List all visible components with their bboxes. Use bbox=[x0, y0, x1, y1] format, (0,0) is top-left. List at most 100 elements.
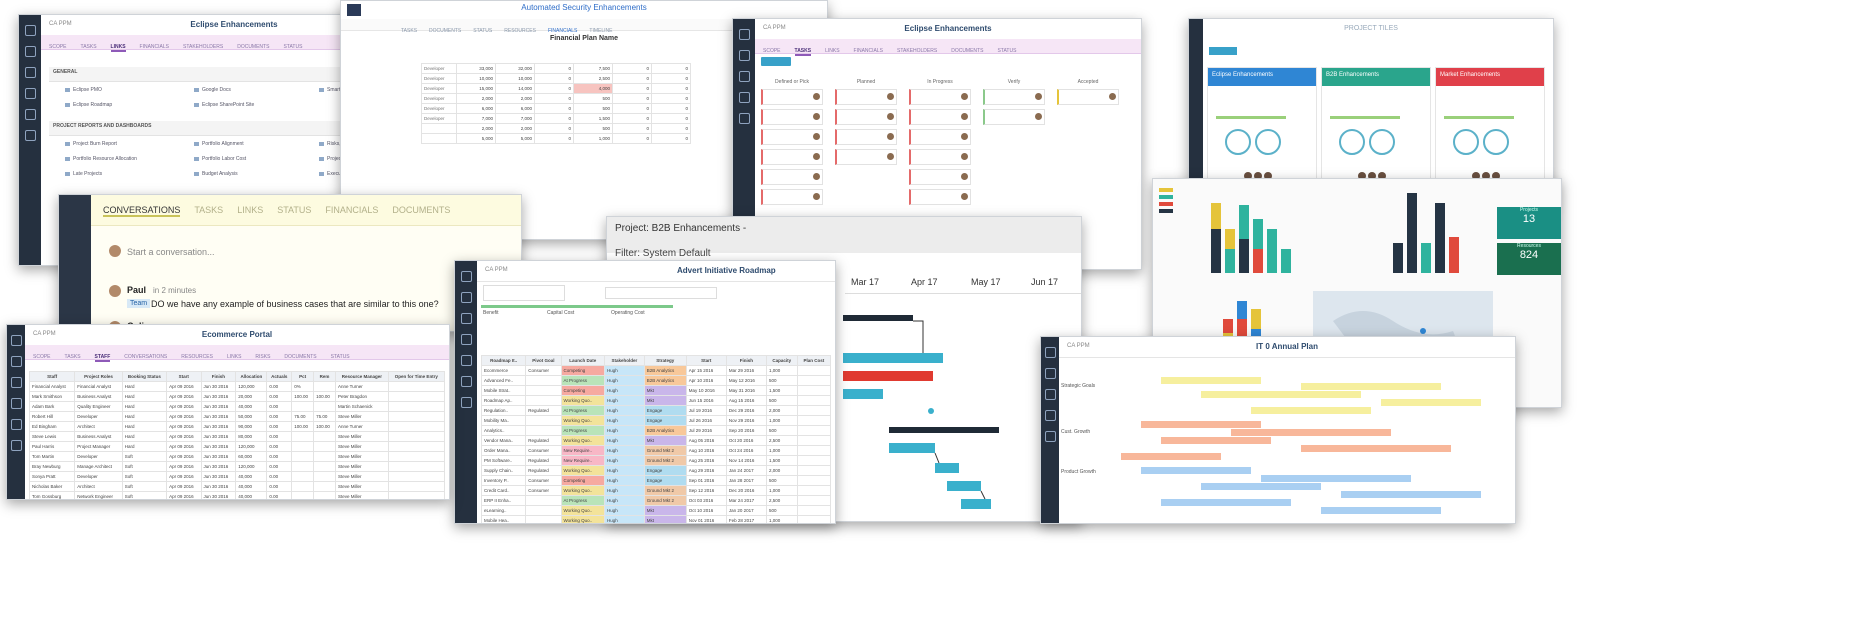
table-cell[interactable]: Apr 09 2016 bbox=[166, 381, 202, 392]
task-card[interactable] bbox=[761, 189, 823, 205]
table-cell[interactable] bbox=[796, 505, 832, 516]
table-cell[interactable]: 100.00 bbox=[291, 421, 315, 432]
table-cell[interactable]: 0 bbox=[534, 133, 574, 144]
table-cell[interactable]: 0 bbox=[612, 83, 652, 94]
table-cell[interactable]: 1,500 bbox=[765, 385, 798, 396]
table-cell[interactable]: 7,500 bbox=[573, 63, 613, 74]
table-cell[interactable] bbox=[313, 441, 336, 452]
table-cell[interactable]: Jun 30 2016 bbox=[200, 471, 237, 482]
table-cell[interactable]: Consumer bbox=[525, 485, 562, 496]
column-header[interactable]: Plan Cost bbox=[796, 355, 832, 366]
table-cell[interactable]: Oct 10 2016 bbox=[685, 505, 727, 516]
table-cell[interactable]: 7,000 bbox=[456, 113, 496, 124]
table-cell[interactable] bbox=[796, 515, 832, 523]
table-cell[interactable]: 0 bbox=[651, 103, 691, 114]
task-card[interactable] bbox=[835, 149, 897, 165]
table-cell[interactable]: Engage bbox=[643, 465, 687, 476]
table-cell[interactable]: At Progress bbox=[560, 425, 606, 436]
table-cell[interactable]: 100.00 bbox=[313, 421, 336, 432]
table-cell[interactable]: 20,000 bbox=[235, 391, 268, 402]
table-cell[interactable]: Mar 29 2016 bbox=[725, 365, 767, 376]
task-card[interactable] bbox=[983, 89, 1045, 105]
table-cell[interactable]: Apr 09 2016 bbox=[166, 391, 202, 402]
table-cell[interactable]: 10,000 bbox=[456, 73, 496, 84]
table-cell[interactable]: Steve Miller bbox=[334, 481, 389, 492]
tab-resources[interactable]: RESOURCES bbox=[181, 354, 213, 360]
table-cell[interactable]: Jun 30 2016 bbox=[200, 441, 237, 452]
table-cell[interactable]: Ecommerce bbox=[480, 365, 527, 376]
table-cell[interactable]: Sep 01 2016 bbox=[685, 475, 727, 486]
table-cell[interactable]: Steve Miller bbox=[334, 461, 389, 472]
table-cell[interactable]: 0 bbox=[534, 73, 574, 84]
table-cell[interactable]: New Require.. bbox=[560, 445, 606, 456]
table-cell[interactable]: 2,000 bbox=[456, 93, 496, 104]
table-cell[interactable]: 0 bbox=[534, 123, 574, 134]
task-card[interactable] bbox=[761, 129, 823, 145]
tab-documents[interactable]: DOCUMENTS bbox=[237, 44, 269, 50]
table-cell[interactable]: 0 bbox=[612, 113, 652, 124]
resources-tile[interactable]: Resources 824 bbox=[1497, 243, 1561, 275]
table-cell[interactable]: Mobile Strat.. bbox=[480, 385, 527, 396]
table-cell[interactable]: 0.00 bbox=[266, 491, 293, 499]
table-cell[interactable]: PM Software.. bbox=[480, 455, 527, 466]
table-cell[interactable]: Hugh bbox=[604, 515, 645, 523]
table-row[interactable]: Developer 10,000 10,000 0 2,500 0 0 bbox=[421, 73, 691, 84]
table-row[interactable]: Mark Smithson Business Analyst Hard Apr 09 … bbox=[28, 391, 446, 402]
column-header[interactable]: Start bbox=[685, 355, 727, 366]
table-cell[interactable]: Jan 28 2017 bbox=[725, 475, 767, 486]
table-row[interactable]: Developer 6,000 6,000 0 500 0 0 bbox=[421, 103, 691, 114]
table-cell[interactable]: 500 bbox=[765, 425, 798, 436]
table-cell[interactable]: 0.00 bbox=[266, 441, 293, 452]
new-task-button[interactable] bbox=[761, 57, 791, 66]
tab-stakeholders[interactable]: STAKEHOLDERS bbox=[183, 44, 223, 50]
table-cell[interactable]: Regulation.. bbox=[480, 405, 527, 416]
table-cell[interactable]: Jul 19 2016 bbox=[685, 405, 727, 416]
table-cell[interactable]: 14,000 bbox=[495, 83, 535, 94]
column-header[interactable]: Launch Date bbox=[560, 355, 606, 366]
summary-card[interactable]: Capital Cost bbox=[545, 305, 609, 356]
table-cell[interactable]: Hugh bbox=[604, 375, 645, 386]
task-card[interactable] bbox=[761, 89, 823, 105]
tab-tasks[interactable]: TASKS bbox=[81, 44, 97, 50]
table-cell[interactable]: Soft bbox=[121, 451, 168, 462]
table-cell[interactable]: Competing bbox=[560, 475, 606, 486]
table-cell[interactable]: Supply Chain.. bbox=[480, 465, 527, 476]
table-cell[interactable]: 0.00 bbox=[266, 411, 293, 422]
table-cell[interactable] bbox=[525, 515, 562, 523]
table-cell[interactable]: Sep 12 2016 bbox=[685, 485, 727, 496]
table-cell[interactable] bbox=[387, 391, 446, 402]
table-cell[interactable]: Hugh bbox=[604, 415, 645, 426]
table-cell[interactable]: 0 bbox=[612, 133, 652, 144]
table-cell[interactable]: eLearning.. bbox=[480, 505, 527, 516]
table-cell[interactable]: 2,000 bbox=[495, 93, 535, 104]
table-row[interactable]: Robert Hill Developer Hard Apr 09 2016 Jun 3… bbox=[28, 411, 446, 422]
table-row[interactable]: Tom Gossburg Network Engineer Soft Apr 09 2… bbox=[28, 491, 446, 499]
table-cell[interactable]: Apr 09 2016 bbox=[166, 491, 202, 499]
table-cell[interactable]: 40,000 bbox=[235, 471, 268, 482]
table-cell[interactable]: Dec 20 2016 bbox=[725, 485, 767, 496]
table-cell[interactable]: Steve Lewis bbox=[28, 431, 76, 442]
table-cell[interactable]: May 31 2016 bbox=[725, 385, 767, 396]
table-cell[interactable]: 2,000 bbox=[765, 405, 798, 416]
table-row[interactable]: Developer 33,000 32,000 0 7,500 0 0 bbox=[421, 63, 691, 74]
table-cell[interactable] bbox=[313, 401, 336, 412]
table-cell[interactable]: 0 bbox=[651, 93, 691, 104]
table-cell[interactable]: Business Analyst bbox=[74, 391, 123, 402]
table-cell[interactable] bbox=[313, 431, 336, 442]
table-cell[interactable]: 7,000 bbox=[495, 113, 535, 124]
table-cell[interactable]: Jul 29 2016 bbox=[685, 425, 727, 436]
table-cell[interactable]: Apr 09 2016 bbox=[166, 441, 202, 452]
table-cell[interactable]: 0 bbox=[534, 113, 574, 124]
column-header[interactable]: Start bbox=[166, 371, 202, 382]
table-cell[interactable]: Hugh bbox=[604, 505, 645, 516]
table-cell[interactable] bbox=[313, 471, 336, 482]
table-row[interactable]: Paul Harris Project Manager Hard Apr 09 201… bbox=[28, 441, 446, 452]
table-cell[interactable]: Apr 09 2016 bbox=[166, 481, 202, 492]
table-cell[interactable]: Business Analyst bbox=[74, 431, 123, 442]
task-card[interactable] bbox=[1057, 89, 1119, 105]
table-cell[interactable]: 60,000 bbox=[235, 451, 268, 462]
table-cell[interactable]: Aug 10 2016 bbox=[685, 445, 727, 456]
table-cell[interactable]: Steve Miller bbox=[334, 471, 389, 482]
table-cell[interactable]: Steve Miller bbox=[334, 411, 389, 422]
table-cell[interactable]: 500 bbox=[765, 475, 798, 486]
